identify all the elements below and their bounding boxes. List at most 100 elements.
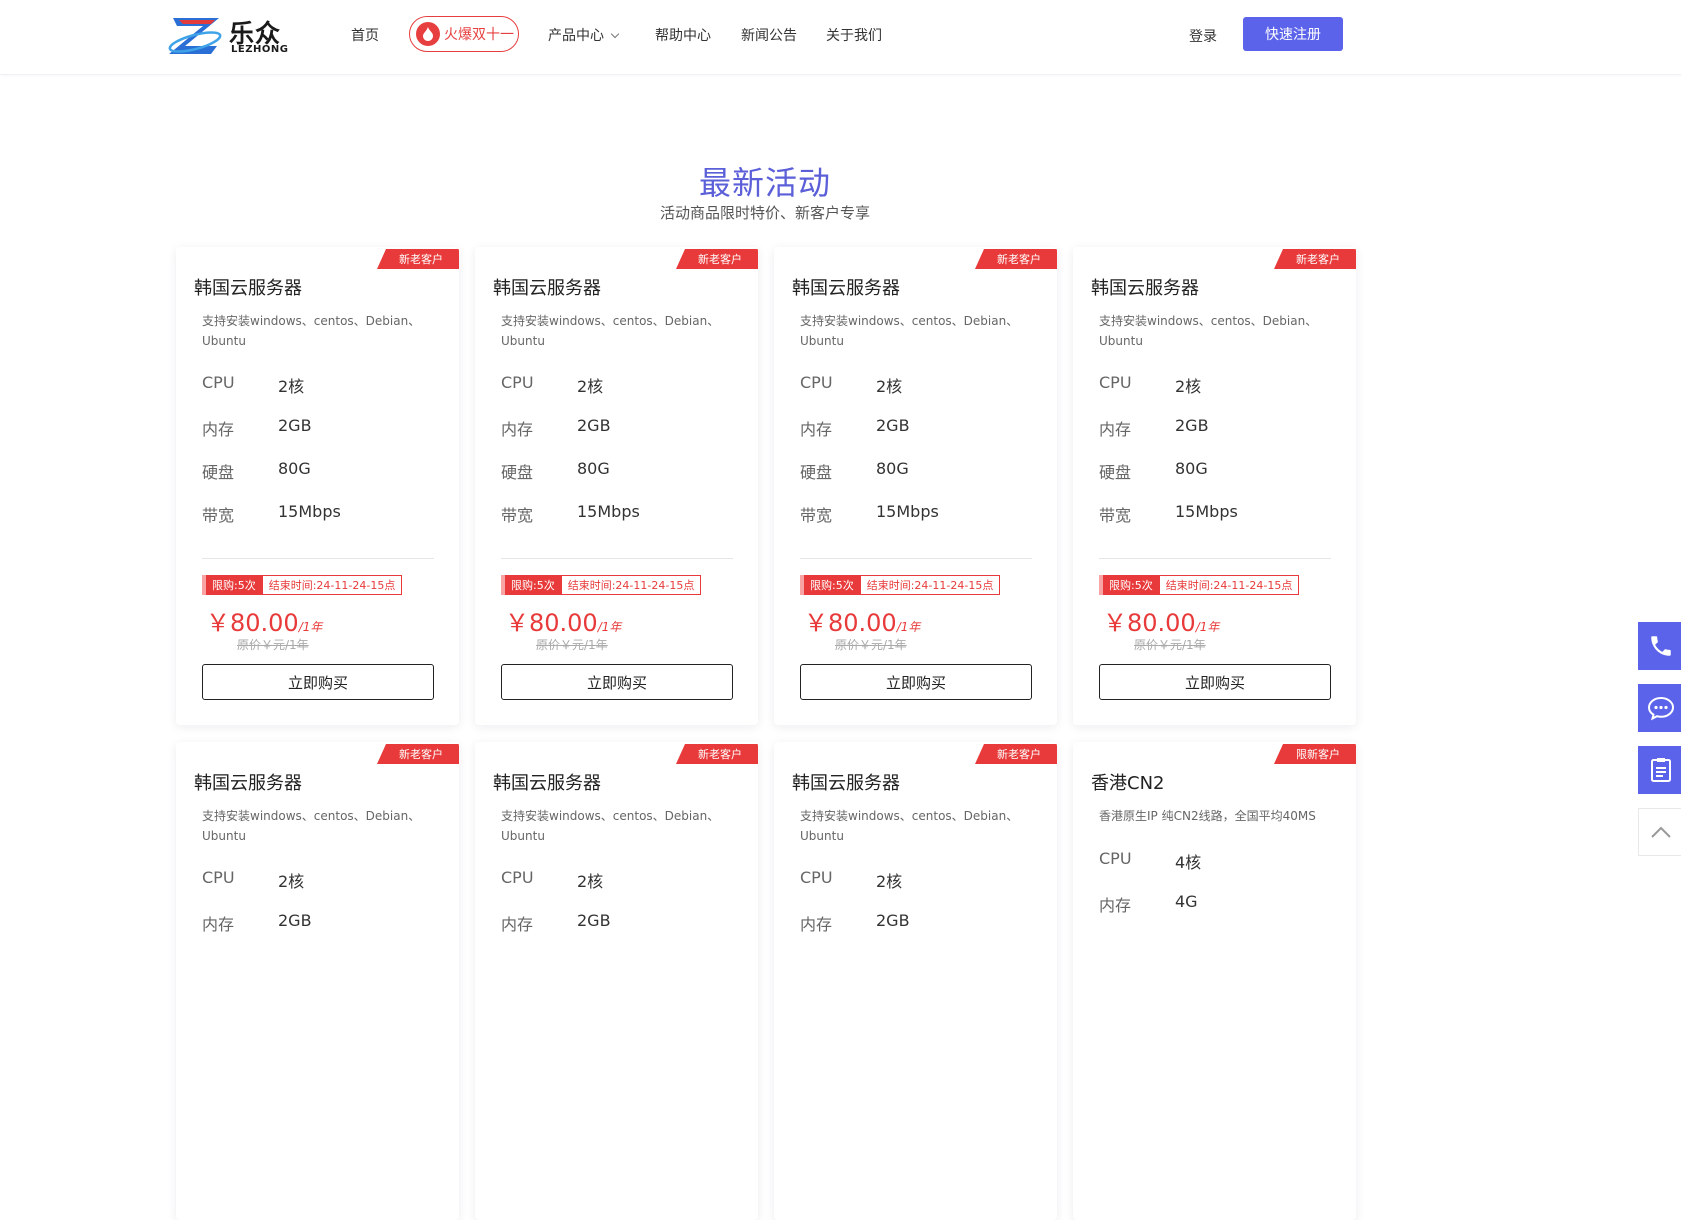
logo-subtext: LEZHONG (231, 44, 289, 55)
spec-label-bandwidth: 带宽 (202, 506, 235, 525)
product-card: 新老客户 韩国云服务器 支持安装windows、centos、Debian、Ub… (475, 247, 758, 725)
spec-value-cpu: 2核 (278, 377, 305, 396)
spec-value-bandwidth: 15Mbps (1175, 502, 1238, 521)
price-unit: /1年 (1195, 620, 1220, 634)
spec-value-cpu: 2核 (876, 872, 903, 891)
chevron-down-icon (610, 29, 620, 39)
end-time: 结束时间:24-11-24-15点 (859, 575, 1001, 595)
product-card: 新老客户 韩国云服务器 支持安装windows、centos、Debian、Ub… (774, 247, 1057, 725)
spec-label-memory: 内存 (800, 420, 833, 439)
product-title: 韩国云服务器 (493, 773, 601, 794)
login-link[interactable]: 登录 (1189, 26, 1217, 46)
product-title: 韩国云服务器 (194, 278, 302, 299)
price: ￥80.00/1年 (804, 603, 920, 638)
purchase-limit: 限购:5次 (202, 575, 262, 595)
spec-value-bandwidth: 15Mbps (577, 502, 640, 521)
chat-icon (1647, 696, 1674, 721)
nav-hot-promo[interactable]: 火爆双十一 (409, 16, 519, 52)
site-header: 乐众 LEZHONG 首页 火爆双十一 产品中心 帮助中心 新闻公告 关于我们 … (0, 0, 1681, 75)
buy-now-button[interactable]: 立即购买 (1099, 664, 1331, 700)
product-description: 支持安装windows、centos、Debian、Ubuntu (501, 314, 720, 348)
spec-label-cpu: CPU (501, 868, 534, 887)
nav-news[interactable]: 新闻公告 (741, 25, 797, 45)
price: ￥80.00/1年 (206, 603, 322, 638)
customer-tag: 新老客户 (1274, 249, 1356, 269)
original-price: 原价￥元/1年 (1134, 638, 1206, 652)
spec-value-bandwidth: 15Mbps (876, 502, 939, 521)
price-unit: /1年 (597, 620, 622, 634)
limit-badge: 限购:5次 结束时间:24-11-24-15点 (202, 575, 403, 595)
spec-value-bandwidth: 15Mbps (278, 502, 341, 521)
buy-now-button[interactable]: 立即购买 (501, 664, 733, 700)
buy-now-button[interactable]: 立即购买 (800, 664, 1032, 700)
spec-value-cpu: 2核 (278, 872, 305, 891)
logo[interactable]: 乐众 LEZHONG (165, 12, 290, 58)
product-title: 韩国云服务器 (493, 278, 601, 299)
spec-label-disk: 硬盘 (501, 463, 534, 482)
spec-label-memory: 内存 (501, 915, 534, 934)
original-price: 原价￥元/1年 (237, 638, 309, 652)
spec-label-cpu: CPU (202, 373, 235, 392)
product-description: 支持安装windows、centos、Debian、Ubuntu (202, 314, 421, 348)
spec-value-cpu: 2核 (577, 377, 604, 396)
phone-button[interactable] (1638, 622, 1681, 670)
back-to-top-button[interactable] (1638, 808, 1681, 856)
phone-icon (1650, 636, 1671, 656)
spec-label-bandwidth: 带宽 (800, 506, 833, 525)
nav-about[interactable]: 关于我们 (826, 25, 882, 45)
nav-products[interactable]: 产品中心 (548, 25, 620, 45)
spec-label-bandwidth: 带宽 (1099, 506, 1132, 525)
purchase-limit: 限购:5次 (1099, 575, 1159, 595)
nav-help[interactable]: 帮助中心 (655, 25, 711, 45)
spec-label-disk: 硬盘 (1099, 463, 1132, 482)
price-value: ￥80.00 (804, 609, 897, 637)
register-button[interactable]: 快速注册 (1243, 17, 1343, 51)
end-time: 结束时间:24-11-24-15点 (560, 575, 702, 595)
spec-label-cpu: CPU (800, 373, 833, 392)
product-card: 新老客户 韩国云服务器 支持安装windows、centos、Debian、Ub… (176, 742, 459, 1220)
product-title: 韩国云服务器 (194, 773, 302, 794)
spec-label-memory: 内存 (501, 420, 534, 439)
product-card: 限新客户 香港CN2 香港原生IP 纯CN2线路，全国平均40MS CPU 4核… (1073, 742, 1356, 1220)
nav-home[interactable]: 首页 (351, 25, 379, 45)
spec-label-memory: 内存 (1099, 420, 1132, 439)
section-subtitle: 活动商品限时特价、新客户专享 (659, 204, 870, 222)
customer-tag: 新老客户 (975, 249, 1057, 269)
divider (202, 558, 434, 559)
customer-tag: 新老客户 (377, 249, 459, 269)
spec-value-memory: 4G (1175, 892, 1198, 911)
divider (1099, 558, 1331, 559)
product-card: 新老客户 韩国云服务器 支持安装windows、centos、Debian、Ub… (176, 247, 459, 725)
nav-hot-label: 火爆双十一 (444, 27, 514, 43)
price-unit: /1年 (896, 620, 921, 634)
chat-button[interactable] (1638, 684, 1681, 732)
original-price: 原价￥元/1年 (835, 638, 907, 652)
limit-badge: 限购:5次 结束时间:24-11-24-15点 (501, 575, 702, 595)
product-title: 韩国云服务器 (792, 773, 900, 794)
product-card: 新老客户 韩国云服务器 支持安装windows、centos、Debian、Ub… (1073, 247, 1356, 725)
spec-label-memory: 内存 (202, 915, 235, 934)
spec-value-memory: 2GB (278, 911, 312, 930)
price-value: ￥80.00 (1103, 609, 1196, 637)
price: ￥80.00/1年 (505, 603, 621, 638)
buy-now-button[interactable]: 立即购买 (202, 664, 434, 700)
price-value: ￥80.00 (206, 609, 299, 637)
product-description: 支持安装windows、centos、Debian、Ubuntu (800, 809, 1019, 843)
original-price: 原价￥元/1年 (536, 638, 608, 652)
limit-badge: 限购:5次 结束时间:24-11-24-15点 (800, 575, 1001, 595)
spec-label-cpu: CPU (1099, 373, 1132, 392)
product-card: 新老客户 韩国云服务器 支持安装windows、centos、Debian、Ub… (475, 742, 758, 1220)
document-button[interactable] (1638, 746, 1681, 794)
customer-tag: 新老客户 (377, 744, 459, 764)
spec-value-disk: 80G (278, 459, 311, 478)
spec-label-cpu: CPU (501, 373, 534, 392)
spec-value-memory: 2GB (577, 911, 611, 930)
product-title: 香港CN2 (1091, 773, 1165, 794)
section-title: 最新活动 (698, 164, 831, 202)
spec-label-memory: 内存 (800, 915, 833, 934)
spec-value-memory: 2GB (278, 416, 312, 435)
price: ￥80.00/1年 (1103, 603, 1219, 638)
product-title: 韩国云服务器 (1091, 278, 1199, 299)
price-value: ￥80.00 (505, 609, 598, 637)
spec-label-memory: 内存 (1099, 896, 1132, 915)
